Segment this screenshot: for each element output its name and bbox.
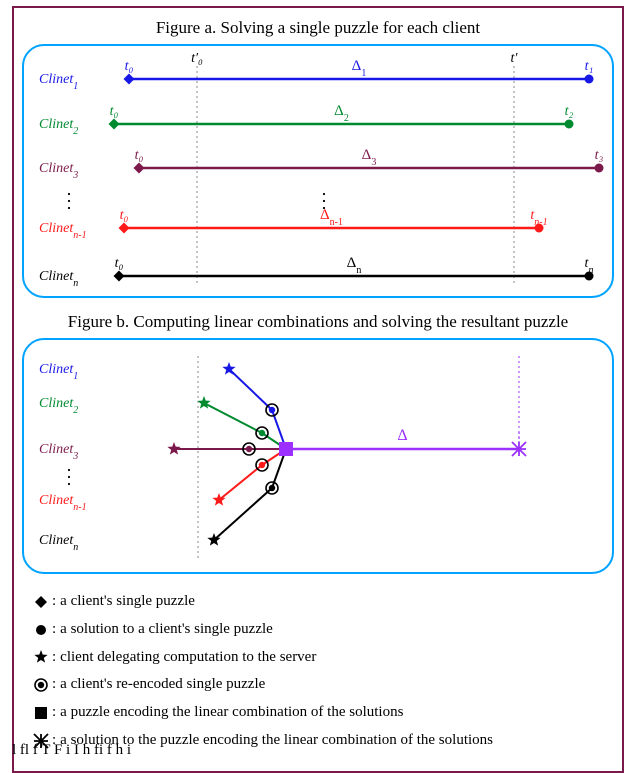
ring-icon	[28, 674, 54, 696]
figure-frame: Figure a. Solving a single puzzle for ea…	[12, 6, 624, 773]
fig-a-title: Figure a. Solving a single puzzle for ea…	[22, 18, 614, 38]
circle-icon	[28, 619, 54, 641]
svg-text:Δ3: Δ3	[362, 147, 377, 168]
legend-text: a puzzle encoding the linear combination…	[60, 699, 403, 727]
legend-row: :a solution to a client's single puzzle	[28, 616, 610, 644]
client-label: Clinetn	[39, 269, 78, 289]
legend-text: client delegating computation to the ser…	[60, 644, 316, 672]
client-label: Clinet2	[39, 117, 78, 137]
legend-row: :a puzzle encoding the linear combinatio…	[28, 699, 610, 727]
fig-a-panel: t′₀ t′ Clinet1 t₀ t₁ Δ1 Clinet2 t₀ t₂ Δ2 Clinet3 t₀…	[22, 44, 614, 298]
svg-text:tn: tn	[585, 256, 594, 276]
svg-text:t₀: t₀	[135, 148, 144, 163]
svg-text:Δ2: Δ2	[334, 103, 349, 124]
legend-row: :a client's re-encoded single puzzle	[28, 671, 610, 699]
svg-text:tn-1: tn-1	[530, 208, 547, 228]
svg-text:t′: t′	[511, 51, 519, 66]
legend-text: a solution to a client's single puzzle	[60, 616, 273, 644]
client-label: Clinet3	[39, 442, 78, 462]
svg-text:Δ: Δ	[397, 427, 407, 444]
legend-text: a client's re-encoded single puzzle	[60, 671, 265, 699]
fig-b-title: Figure b. Computing linear combinations …	[22, 312, 614, 332]
legend: :a client's single puzzle:a solution to …	[28, 588, 610, 755]
square-icon	[28, 702, 54, 724]
svg-text:t₃: t₃	[595, 148, 604, 163]
fig-b-panel: Clinet1 Clinet2 Clinet3 Clinetn-1 Clinetn Δ	[22, 338, 614, 574]
client-label: Clinetn-1	[39, 221, 87, 241]
svg-text:t₀: t₀	[110, 104, 119, 119]
svg-text:t₂: t₂	[565, 104, 574, 119]
legend-row: :a client's single puzzle	[28, 588, 610, 616]
svg-text:t′₀: t′₀	[191, 51, 203, 66]
svg-text:Δ1: Δ1	[352, 58, 367, 79]
legend-text: a client's single puzzle	[60, 588, 195, 616]
client-label: Clinet2	[39, 396, 78, 416]
client-label: Clinetn-1	[39, 493, 87, 513]
svg-text:t₀: t₀	[120, 208, 129, 223]
svg-text:t₀: t₀	[115, 256, 124, 271]
client-label: Clinet1	[39, 362, 78, 382]
svg-text:t₁: t₁	[585, 59, 594, 74]
svg-text:Δn: Δn	[347, 255, 362, 276]
svg-text:t₀: t₀	[125, 59, 134, 74]
star-icon	[28, 646, 54, 668]
diamond-icon	[28, 591, 54, 613]
client-label: Clinetn	[39, 533, 78, 553]
client-label: Clinet3	[39, 161, 78, 181]
legend-row: :client delegating computation to the se…	[28, 644, 610, 672]
cutoff-text: l fl f T F i I h fi f h i	[12, 742, 624, 759]
svg-text:Δn-1: Δn-1	[320, 207, 343, 228]
client-label: Clinet1	[39, 72, 78, 92]
